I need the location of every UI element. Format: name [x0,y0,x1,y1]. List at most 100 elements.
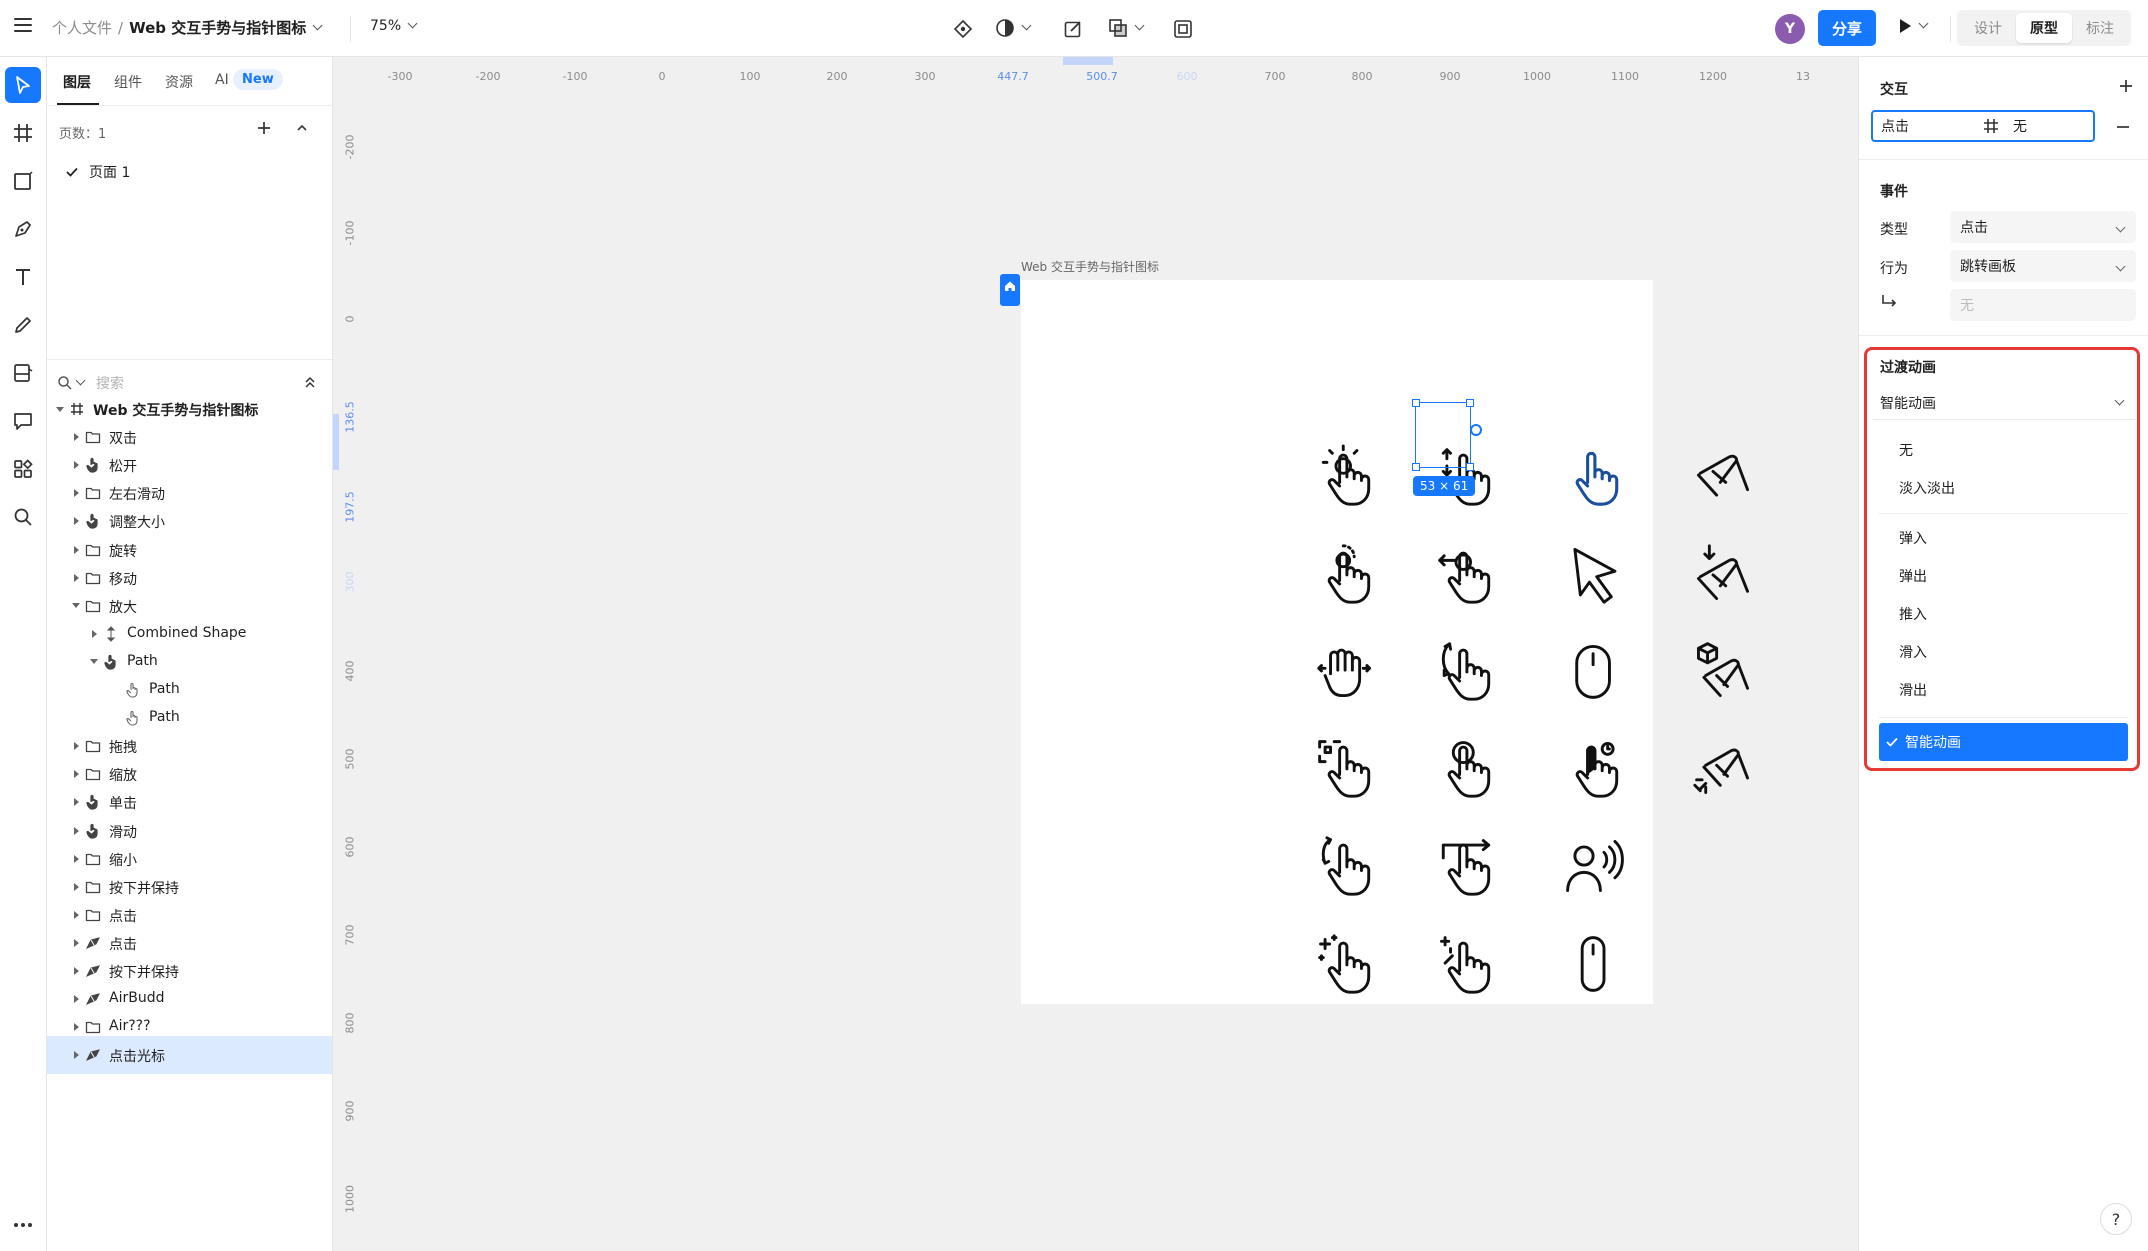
caret-right-icon[interactable] [71,545,81,555]
chevron-down-icon[interactable] [312,20,323,30]
caret-right-icon[interactable] [71,488,81,498]
component-tool[interactable] [5,355,41,391]
caret-right-icon[interactable] [71,826,81,836]
preview-play-button[interactable] [1898,18,1929,34]
rotate-hand-icon[interactable] [1308,828,1384,904]
boolean-select[interactable] [1108,18,1145,38]
add-interaction-button[interactable] [2117,77,2135,95]
rotate-icon[interactable] [1428,633,1504,709]
pinch-3d-icon[interactable] [1685,633,1761,709]
interaction-row[interactable]: 点击 无 [1871,110,2095,142]
tab-ai[interactable]: AI [215,72,229,88]
menu-icon[interactable] [12,14,34,36]
tap-icon[interactable] [1308,438,1384,514]
resize-handle[interactable] [1466,463,1474,471]
selection-box[interactable] [1412,399,1482,471]
caret-right-icon[interactable] [71,460,81,470]
pencil-tool[interactable] [5,307,41,343]
caret-down-icon[interactable] [71,601,81,611]
add-page-button[interactable] [255,119,273,137]
caret-right-icon[interactable] [71,769,81,779]
caret-right-icon[interactable] [89,629,99,639]
pinch-in-icon[interactable] [1685,536,1761,612]
caret-right-icon[interactable] [71,966,81,976]
help-button[interactable]: ? [2100,1203,2132,1235]
fill-mode-select[interactable] [995,18,1032,38]
breadcrumb-parent[interactable]: 个人文件 [52,17,112,38]
press-hold-icon[interactable] [1428,730,1504,806]
share-button[interactable]: 分享 [1818,10,1877,46]
move-tool[interactable] [5,67,41,103]
caret-right-icon[interactable] [71,573,81,583]
caret-right-icon[interactable] [71,741,81,751]
tab-assets[interactable]: 资源 [165,72,193,92]
caret-right-icon[interactable] [71,910,81,920]
prototype-connector-handle[interactable] [1470,424,1482,436]
layer-row[interactable]: 点击光标 [47,1036,332,1075]
caret-down-icon[interactable] [55,404,65,414]
resize-handle[interactable] [1412,463,1420,471]
frame-fit-icon[interactable] [1168,14,1198,44]
component-diamond-icon[interactable] [948,14,978,44]
destination-select[interactable]: 无 [1950,289,2136,321]
action-select[interactable]: 跳转画板 [1950,250,2136,282]
tab-annotate[interactable]: 标注 [2072,13,2128,43]
avatar[interactable]: Y [1775,14,1805,44]
mouse-icon[interactable] [1556,633,1632,709]
chevron-down-icon [407,18,418,29]
swipe-right-icon[interactable] [1428,828,1504,904]
combined-shape-icon [103,626,119,642]
tab-components[interactable]: 组件 [114,72,142,92]
canvas[interactable]: -300 -200 -100 0 100 200 300 447.7 500.7 600 700 80… [333,57,1858,1251]
plugins-tool[interactable] [5,451,41,487]
double-tap-icon[interactable] [1308,536,1384,612]
caret-right-icon[interactable] [71,1050,81,1060]
tab-prototype[interactable]: 原型 [2016,13,2072,43]
caret-right-icon[interactable] [71,882,81,892]
caret-right-icon[interactable] [71,1022,81,1032]
remove-interaction-button[interactable] [2114,118,2132,136]
text-tool[interactable] [5,259,41,295]
edit-icon[interactable] [1058,14,1088,44]
sparkle-tap-icon[interactable] [1428,926,1504,1002]
home-flag-icon[interactable] [1000,274,1020,306]
caret-right-icon[interactable] [71,994,81,1004]
caret-right-icon[interactable] [71,432,81,442]
resize-handle[interactable] [1412,399,1420,407]
tab-design[interactable]: 设计 [1960,13,2016,43]
type-value: 点击 [1960,220,1988,236]
divider [47,359,332,360]
mouse-slim-icon[interactable] [1556,926,1632,1002]
hand-spread-icon[interactable] [1308,633,1384,709]
ruler-tick-label: 0 [343,315,357,323]
collapse-pages-button[interactable] [295,121,309,135]
pinch-expand-icon[interactable] [1685,730,1761,806]
artboard-label[interactable]: Web 交互手势与指针图标 [1021,258,1159,275]
caret-down-icon[interactable] [89,657,99,667]
pinch-icon[interactable] [1685,438,1761,514]
resize-handle[interactable] [1466,399,1474,407]
pen-tool[interactable] [5,211,41,247]
voice-user-icon[interactable] [1556,828,1632,904]
pointer-hand-icon[interactable] [1556,438,1632,514]
type-select[interactable]: 点击 [1950,211,2136,243]
drag-left-icon[interactable] [1428,536,1504,612]
collapse-all-button[interactable] [303,375,317,389]
zoom-select[interactable]: 75% [370,18,418,34]
tap-timer-icon[interactable] [1556,730,1632,806]
search-tool[interactable] [5,499,41,535]
comment-tool[interactable] [5,403,41,439]
more-tool[interactable] [5,1207,41,1243]
sparkle-hand-icon[interactable] [1308,926,1384,1002]
frame-tool[interactable] [5,115,41,151]
caret-right-icon[interactable] [71,854,81,864]
caret-right-icon[interactable] [71,797,81,807]
cursor-arrow-icon[interactable] [1556,536,1632,612]
file-name[interactable]: Web 交互手势与指针图标 [129,17,306,38]
page-item[interactable]: 页面 1 [47,155,332,189]
rectangle-tool[interactable] [5,163,41,199]
caret-right-icon[interactable] [71,516,81,526]
hand-frame-icon[interactable] [1308,730,1384,806]
caret-right-icon[interactable] [71,938,81,948]
tab-layers[interactable]: 图层 [63,72,91,92]
